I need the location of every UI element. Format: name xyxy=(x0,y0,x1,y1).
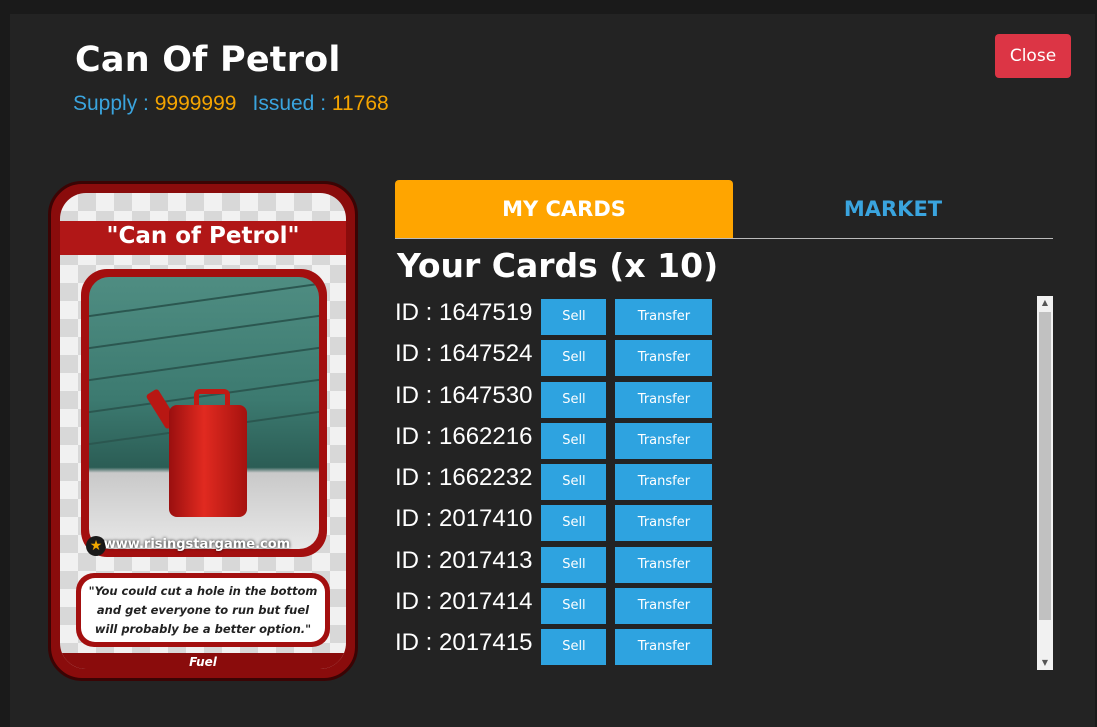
transfer-button[interactable]: Transfer xyxy=(615,340,713,377)
card-id: ID : 2017415 xyxy=(395,629,533,657)
card-quote-line: "You could cut a hole in the bottom xyxy=(88,584,318,598)
card-row: ID : 2017414 Sell Transfer xyxy=(395,585,1035,626)
card-quote-frame: "You could cut a hole in the bottom and … xyxy=(76,573,330,647)
card-row: ID : 2017415 Sell Transfer xyxy=(395,626,1035,667)
card-row: ID : 2017413 Sell Transfer xyxy=(395,544,1035,585)
card-image: "Can of Petrol" ★ www.risingstargame.com… xyxy=(48,181,358,681)
card-row: ID : 1647524 Sell Transfer xyxy=(395,337,1035,378)
sell-button[interactable]: Sell xyxy=(541,422,607,459)
card-quote-line: will probably be a better option." xyxy=(94,622,312,636)
sell-button[interactable]: Sell xyxy=(541,464,607,501)
petrol-can-icon xyxy=(169,405,247,517)
card-id: ID : 1647519 xyxy=(395,299,533,326)
supply-label: Supply : xyxy=(73,92,155,115)
sell-button[interactable]: Sell xyxy=(541,299,607,335)
card-row: ID : 1662232 Sell Transfer xyxy=(395,461,1035,502)
sell-button[interactable]: Sell xyxy=(541,629,607,666)
sell-button[interactable]: Sell xyxy=(541,505,607,542)
card-stats: Supply : 9999999 Issued : 11768 xyxy=(73,92,389,116)
card-type: Fuel xyxy=(189,655,217,669)
card-title: Can Of Petrol xyxy=(75,40,341,80)
card-row: ID : 1662216 Sell Transfer xyxy=(395,420,1035,461)
card-face: "Can of Petrol" ★ www.risingstargame.com… xyxy=(60,193,346,669)
transfer-button[interactable]: Transfer xyxy=(615,629,713,666)
transfer-button[interactable]: Transfer xyxy=(615,546,713,583)
card-id: ID : 2017413 xyxy=(395,546,533,574)
card-quote: "You could cut a hole in the bottom and … xyxy=(81,578,325,642)
card-row: ID : 2017410 Sell Transfer xyxy=(395,502,1035,543)
issued-label: Issued : xyxy=(252,92,332,115)
issued-value: 11768 xyxy=(331,92,389,115)
card-row: ID : 1647519 Sell Transfer xyxy=(395,296,1035,337)
your-cards-heading: Your Cards (x 10) xyxy=(397,246,719,285)
transfer-button[interactable]: Transfer xyxy=(615,299,713,335)
card-row: ID : 1647530 Sell Transfer xyxy=(395,379,1035,420)
card-id: ID : 2017410 xyxy=(395,505,533,533)
card-photo xyxy=(89,277,319,549)
transfer-button[interactable]: Transfer xyxy=(615,464,713,501)
transfer-button[interactable]: Transfer xyxy=(615,422,713,459)
scroll-thumb[interactable] xyxy=(1039,312,1051,620)
sell-button[interactable]: Sell xyxy=(541,381,607,418)
scroll-down-arrow-icon[interactable]: ▼ xyxy=(1037,656,1053,670)
card-name: "Can of Petrol" xyxy=(106,223,300,249)
sell-button[interactable]: Sell xyxy=(541,588,607,625)
supply-value: 9999999 xyxy=(154,92,237,115)
list-scrollbar[interactable]: ▲ ▼ xyxy=(1037,296,1053,670)
card-url: www.risingstargame.com xyxy=(103,537,291,552)
card-id: ID : 1662216 xyxy=(395,422,533,450)
transfer-button[interactable]: Transfer xyxy=(615,381,713,418)
card-photo-frame xyxy=(81,269,327,557)
tab-divider xyxy=(395,238,1053,239)
card-id: ID : 2017414 xyxy=(395,588,533,616)
transfer-button[interactable]: Transfer xyxy=(615,588,713,625)
scroll-up-arrow-icon[interactable]: ▲ xyxy=(1037,296,1053,310)
close-button[interactable]: Close xyxy=(995,34,1071,78)
card-id: ID : 1647524 xyxy=(395,340,533,368)
transfer-button[interactable]: Transfer xyxy=(615,505,713,542)
card-quote-line: and get everyone to run but fuel xyxy=(96,603,310,617)
card-id-list: ID : 1647519 Sell Transfer ID : 1647524 Sell… xyxy=(395,296,1035,670)
sell-button[interactable]: Sell xyxy=(541,546,607,583)
card-id: ID : 1647530 xyxy=(395,381,533,409)
card-id: ID : 1662232 xyxy=(395,464,533,492)
sell-button[interactable]: Sell xyxy=(541,340,607,377)
tab-market[interactable]: MARKET xyxy=(733,180,1053,238)
tab-my-cards[interactable]: MY CARDS xyxy=(395,180,733,238)
